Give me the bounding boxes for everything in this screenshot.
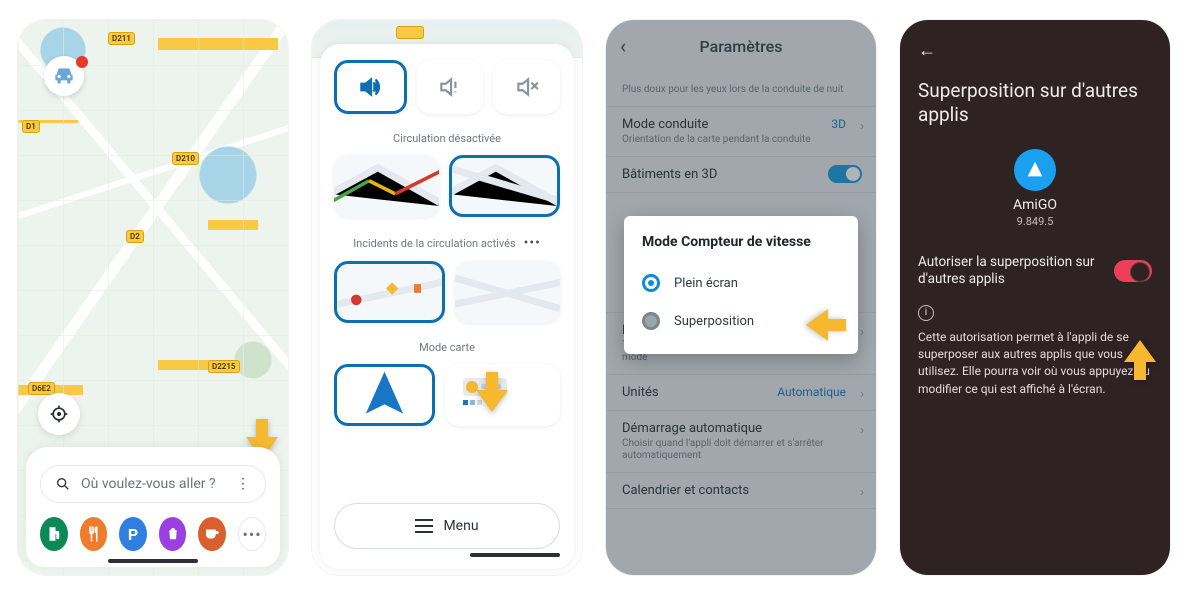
poi-parking[interactable]: P: [119, 517, 147, 551]
poi-shortcuts: P •••: [40, 517, 266, 551]
annotation-arrow: [1120, 340, 1160, 380]
poi-more-button[interactable]: •••: [238, 517, 266, 551]
menu-button[interactable]: Menu: [334, 503, 560, 549]
sound-alerts-button[interactable]: [417, 60, 484, 114]
incidents-off-tile[interactable]: [455, 261, 560, 323]
screenshot-params-modal: ‹ Paramètres Plus doux pour les yeux lor…: [606, 20, 876, 575]
settings-sheet: Circulation désactivée Incidents de la c…: [320, 44, 574, 569]
road-label: D210: [172, 152, 199, 165]
recenter-button[interactable]: [38, 393, 80, 435]
traffic-on-tile[interactable]: [334, 155, 439, 217]
back-button[interactable]: ←: [918, 40, 1152, 61]
notification-dot: [76, 56, 88, 68]
screenshot-settings-sheet: Circulation désactivée Incidents de la c…: [312, 20, 582, 575]
road-label: D2: [126, 230, 144, 243]
section-incidents-label: Incidents de la circulation activés •••: [334, 235, 560, 251]
dialog-title: Mode Compteur de vitesse: [642, 234, 840, 250]
screenshot-android-overlay-perm: ← Superposition sur d'autres applis AmiG…: [900, 20, 1170, 575]
poi-cafe[interactable]: [198, 517, 226, 551]
app-name: AmiGO: [918, 197, 1152, 213]
info-icon: i: [918, 305, 934, 321]
app-info: AmiGO 9.849.5: [918, 149, 1152, 228]
option-fullscreen[interactable]: Plein écran: [642, 264, 840, 302]
app-version: 9.849.5: [918, 215, 1152, 228]
home-indicator: [470, 553, 560, 557]
mapmode-fullscreen-tile[interactable]: [334, 364, 435, 426]
incidents-overflow-button[interactable]: •••: [524, 235, 541, 251]
overlay-permission-toggle[interactable]: [1114, 260, 1152, 282]
search-panel: Où voulez-vous aller ? ⋮ P •••: [26, 447, 280, 567]
volume-icon: [357, 74, 383, 100]
road-label: D211: [108, 32, 135, 45]
poi-restaurant[interactable]: [80, 517, 108, 551]
menu-icon: [415, 519, 433, 533]
navigation-arrow-icon: [337, 367, 432, 423]
home-indicator: [108, 559, 198, 563]
radio-unselected-icon: [642, 312, 660, 330]
search-icon: [55, 476, 71, 492]
volume-alert-icon: [437, 74, 463, 100]
road-label: D1: [22, 120, 40, 133]
volume-mute-icon: [514, 74, 540, 100]
incident-tiles: [334, 261, 560, 323]
annotation-arrow: [472, 372, 512, 412]
section-traffic-label: Circulation désactivée: [334, 132, 560, 145]
road-label: D6E2: [28, 382, 55, 395]
car-icon: [51, 63, 77, 89]
road-label: D2215: [208, 360, 240, 373]
poi-shopping[interactable]: [159, 517, 187, 551]
sound-options: [334, 60, 560, 114]
page-title: Superposition sur d'autres applis: [918, 79, 1152, 127]
sound-on-button[interactable]: [334, 60, 407, 114]
crosshair-icon: [49, 404, 69, 424]
permission-label: Autoriser la superposition sur d'autres …: [918, 254, 1100, 289]
app-icon: [1014, 149, 1056, 191]
incidents-on-tile[interactable]: [334, 261, 445, 323]
traffic-tiles: [334, 155, 560, 217]
vehicle-avatar[interactable]: [44, 56, 84, 96]
radio-selected-icon: [642, 274, 660, 292]
traffic-off-tile[interactable]: [449, 155, 560, 217]
annotation-arrow: [806, 305, 846, 345]
poi-fuel[interactable]: [40, 517, 68, 551]
search-placeholder: Où voulez-vous aller ?: [81, 476, 216, 492]
overlay-permission-row[interactable]: Autoriser la superposition sur d'autres …: [918, 254, 1152, 289]
overflow-menu-button[interactable]: ⋮: [236, 476, 251, 492]
search-input[interactable]: Où voulez-vous aller ? ⋮: [40, 465, 266, 503]
section-mapmode-label: Mode carte: [334, 341, 560, 354]
mapmode-tiles: [334, 364, 560, 426]
permission-description: Cette autorisation permet à l'appli de s…: [918, 329, 1152, 399]
screenshot-map-home: D211 D1 D210 D2 D2215 D6E2 Où voulez-vou…: [18, 20, 288, 575]
sound-mute-button[interactable]: [493, 60, 560, 114]
